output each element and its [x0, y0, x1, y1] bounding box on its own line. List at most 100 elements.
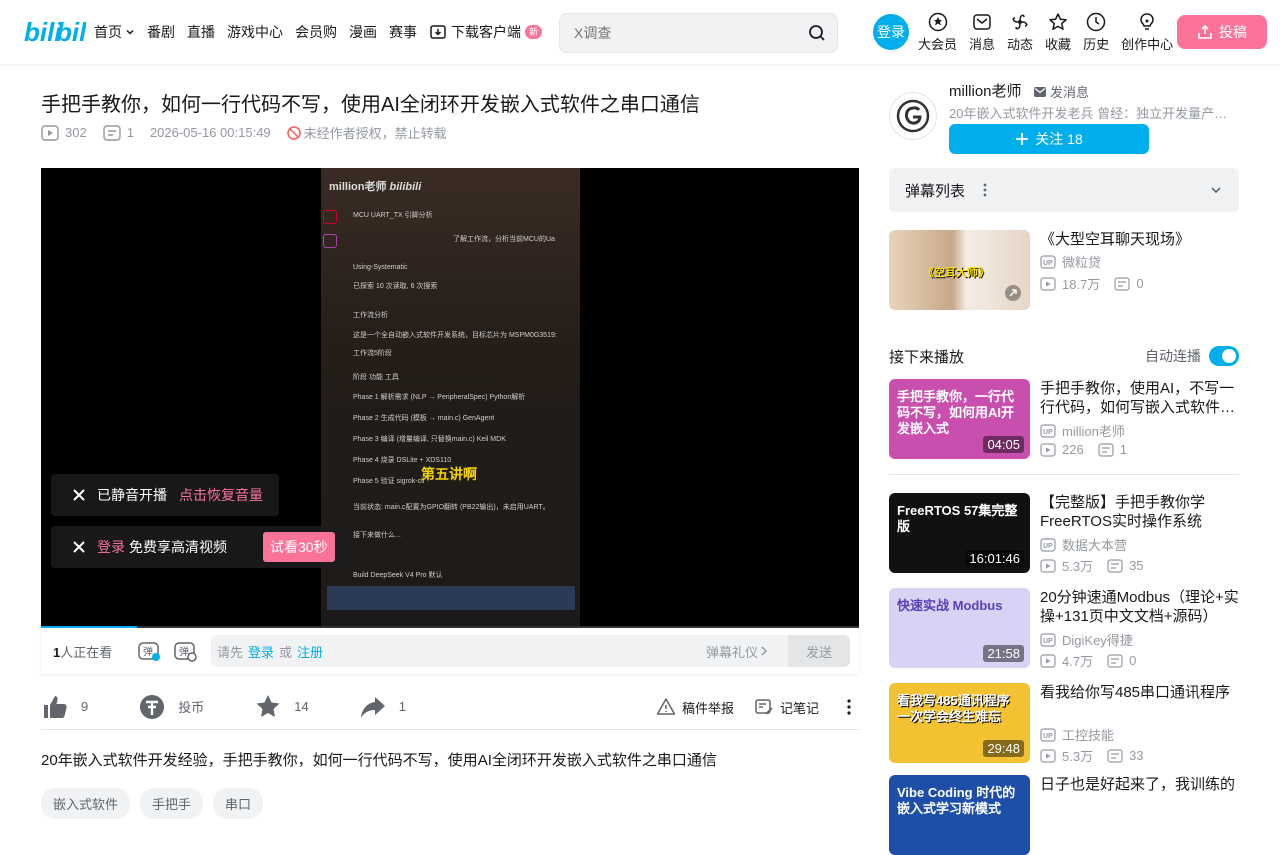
coin-label: 投币 — [178, 700, 205, 715]
screen-line: 工作流5阶段 — [353, 350, 392, 357]
video-player[interactable]: million老师 bilibili MCU UART_TX 引脚分析 了解工作… — [41, 168, 859, 628]
nav-item-download-client[interactable]: 下载客户端 新 — [429, 22, 543, 42]
danmaku-icon — [1107, 653, 1123, 668]
note-icon — [755, 699, 773, 715]
like-count: 9 — [81, 699, 89, 714]
more-vertical-icon[interactable] — [979, 182, 991, 198]
nav-item-live[interactable]: 直播 — [187, 22, 215, 42]
ad-card[interactable]: 《空耳大师》 《大型空耳聊天现场》 UP 微粒贷 18.7万 0 — [889, 230, 1239, 310]
video-duration: 21:58 — [983, 645, 1024, 662]
header-favorite[interactable]: 收藏 — [1045, 12, 1071, 53]
autoplay-switch[interactable] — [1209, 346, 1239, 366]
autoplay-label: 自动连播 — [1145, 348, 1201, 364]
more-icon[interactable] — [839, 697, 859, 717]
chevron-down-icon — [1211, 187, 1221, 194]
tag-item[interactable]: 嵌入式软件 — [41, 788, 131, 819]
up-icon: UP — [1040, 537, 1056, 552]
ad-uploader-name: 微粒贷 — [1062, 255, 1102, 270]
coin-button[interactable]: 投币 — [138, 693, 204, 721]
danmaku-icon — [1107, 748, 1123, 763]
close-icon[interactable] — [71, 487, 87, 503]
danmaku-list-panel[interactable]: 弹幕列表 — [889, 168, 1239, 212]
danmaku-register-link[interactable]: 注册 — [297, 642, 323, 661]
follow-button[interactable]: 关注 18 — [949, 124, 1149, 154]
ad-title: 《大型空耳聊天现场》 — [1040, 231, 1191, 248]
trial-button[interactable]: 试看30秒 — [263, 532, 335, 562]
login-link[interactable]: 登录 — [97, 537, 125, 557]
recommendation-card[interactable]: 看我写485通讯程序 一次学会终生难忘 29:48 看我给你写485串口通讯程序… — [889, 683, 1239, 764]
recommendation-thumbnail: FreeRTOS 57集完整版 16:01:46 — [889, 493, 1030, 573]
tag-item[interactable]: 串口 — [213, 788, 264, 819]
search-input[interactable] — [560, 14, 797, 52]
header-vip[interactable]: 大会员 — [918, 12, 957, 53]
danmaku-login-link[interactable]: 登录 — [248, 642, 274, 661]
nav-item-mall[interactable]: 会员购 — [295, 22, 337, 42]
notes-button[interactable]: 记笔记 — [754, 697, 819, 717]
share-button[interactable]: 1 — [359, 693, 406, 721]
chevron-right-icon — [761, 646, 768, 656]
danmaku-icon — [1107, 558, 1123, 573]
danmaku-toggle-icon[interactable]: 弹 — [137, 639, 161, 663]
ad-thumbnail: 《空耳大师》 — [889, 230, 1030, 310]
search-icon[interactable] — [797, 24, 837, 42]
uploader-avatar[interactable] — [889, 92, 937, 140]
vip-icon — [928, 12, 947, 32]
etiquette-label: 弹幕礼仪 — [705, 644, 758, 660]
uploader-name[interactable]: million老师 — [949, 80, 1022, 101]
header-dynamic[interactable]: 动态 — [1007, 12, 1033, 53]
header-icon-label: 大会员 — [918, 37, 958, 52]
recommendation-thumbnail: 手把手教你，一行代码不写，如何用AI开发嵌入式 04:05 — [889, 379, 1030, 459]
danmaku-send-button[interactable]: 发送 — [788, 635, 850, 667]
nav-item-esports[interactable]: 赛事 — [389, 22, 417, 42]
autoplay-toggle[interactable]: 自动连播 — [1145, 346, 1239, 366]
danmaku-icon — [1098, 442, 1114, 457]
danmaku-input[interactable]: 请先 登录 或 注册 弹幕礼仪 发送 — [211, 635, 850, 667]
nav-item-home[interactable]: 首页 — [94, 22, 135, 42]
video-duration: 16:01:46 — [965, 550, 1024, 567]
recommendation-card[interactable]: Vibe Coding 时代的嵌入式学习新模式 日子也是好起来了，我训练的 — [889, 775, 1239, 855]
bilibili-logo-icon[interactable]: bili bili — [24, 17, 86, 47]
danmaku-settings-icon[interactable]: 弹 — [173, 639, 197, 663]
secondary-actions: 稿件举报 记笔记 — [656, 684, 859, 730]
favorite-count: 14 — [294, 699, 309, 714]
danmaku-icon — [1114, 276, 1130, 291]
ad-danmaku: 0 — [1114, 276, 1144, 291]
danmaku-etiquette[interactable]: 弹幕礼仪 — [706, 642, 770, 661]
recommendation-title: 看我给你写485串口通讯程序 — [1040, 684, 1231, 701]
report-button[interactable]: 稿件举报 — [656, 697, 734, 717]
danmaku-list-label: 弹幕列表 — [905, 182, 966, 200]
uploader-name: million老师 — [1062, 424, 1125, 439]
report-label: 稿件举报 — [681, 700, 734, 716]
recommendation-card[interactable]: FreeRTOS 57集完整版 16:01:46 【完整版】手把手教你学Free… — [889, 493, 1239, 574]
play-count-icon — [1040, 748, 1056, 763]
danmaku-count: 1 — [1098, 442, 1127, 457]
restore-volume-link[interactable]: 点击恢复音量 — [179, 485, 263, 505]
tag-item[interactable]: 手把手 — [140, 788, 204, 819]
share-icon — [360, 696, 385, 718]
share-count: 1 — [398, 699, 406, 714]
send-message-button[interactable]: 发消息 — [1034, 82, 1089, 101]
upload-icon — [1198, 24, 1212, 39]
recommendation-card[interactable]: 快速实战 Modbus 21:58 20分钟速通Modbus（理论+实操+131… — [889, 588, 1239, 669]
chevron-down-icon — [126, 29, 134, 35]
header-creator-center[interactable]: 创作中心 — [1121, 12, 1173, 53]
header-message[interactable]: 消息 — [969, 12, 995, 53]
svg-text:bili: bili — [56, 17, 86, 47]
search-box — [559, 13, 838, 53]
nav-item-manga[interactable]: 漫画 — [349, 22, 377, 42]
notes-label: 记笔记 — [779, 700, 819, 716]
play-count-icon — [41, 124, 59, 141]
login-avatar-button[interactable]: 登录 — [873, 14, 909, 50]
recommendation-card[interactable]: 手把手教你，一行代码不写，如何用AI开发嵌入式 04:05 手把手教你，使用AI… — [889, 379, 1239, 459]
recommendation-uploader: UP million老师 — [1040, 421, 1125, 440]
close-icon[interactable] — [71, 539, 87, 555]
upload-button[interactable]: 投稿 — [1177, 15, 1267, 49]
thumbnail-text: Vibe Coding 时代的嵌入式学习新模式 — [897, 785, 1016, 816]
copyright-notice: 未经作者授权，禁止转载 — [286, 123, 447, 142]
header-history[interactable]: 历史 — [1083, 12, 1109, 53]
like-button[interactable]: 9 — [41, 693, 88, 721]
header-icon-label: 消息 — [969, 37, 996, 52]
nav-item-game-center[interactable]: 游戏中心 — [227, 22, 283, 42]
nav-item-bangumi[interactable]: 番剧 — [147, 22, 175, 42]
favorite-button[interactable]: 14 — [254, 693, 309, 721]
